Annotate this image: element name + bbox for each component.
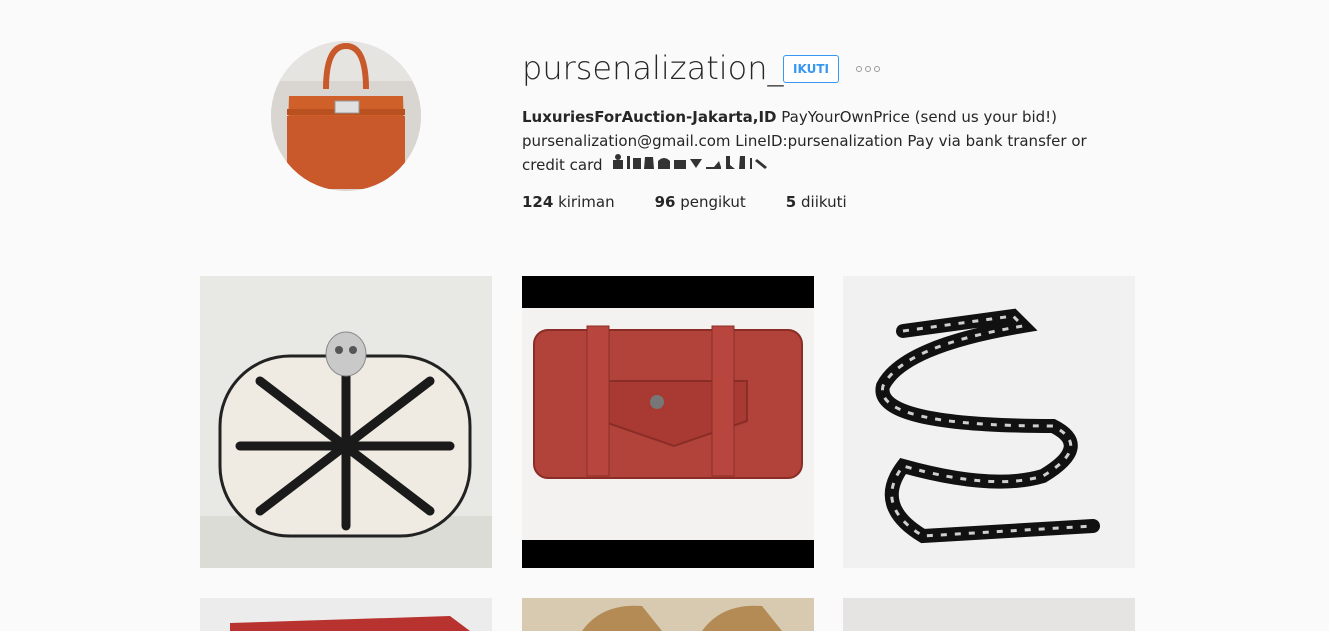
username: pursenalization_ [522,49,784,87]
more-dot [874,66,880,72]
more-dot [856,66,862,72]
post-image [200,598,492,631]
follow-button[interactable]: IKUTI [783,55,839,83]
stat-posts: 124 kiriman [522,192,615,212]
stat-followers[interactable]: 96 pengikut [655,192,746,212]
post-thumbnail[interactable] [843,276,1135,568]
stat-posts-count: 124 [522,193,554,211]
avatar-image [271,41,421,191]
more-options-icon[interactable] [856,62,882,76]
post-image [843,276,1135,568]
post-image [843,598,1135,631]
stat-followers-count: 96 [654,193,676,211]
stat-following-count: 5 [785,193,797,211]
post-thumbnail[interactable] [200,276,492,568]
post-thumbnail[interactable] [200,598,492,631]
more-dot [865,66,871,72]
post-image [522,276,814,568]
profile-stats: 124 kiriman 96 pengikut 5 diikuti [522,192,887,212]
avatar[interactable] [271,41,421,191]
post-thumbnail[interactable] [522,598,814,631]
stat-following[interactable]: 5 diikuti [786,192,847,212]
stat-following-label: diikuti [796,193,847,211]
post-thumbnail[interactable] [843,598,1135,631]
stat-posts-label: kiriman [553,193,615,211]
post-image [522,598,814,631]
bio-name: LuxuriesForAuction-Jakarta,ID [522,108,777,126]
post-thumbnail[interactable] [522,276,814,568]
profile-page: pursenalization_ IKUTI LuxuriesForAuctio… [0,0,1329,631]
bio-emoji-glyphs [613,154,768,169]
bio-emoji [611,153,831,178]
bio: LuxuriesForAuction-Jakarta,ID PayYourOwn… [522,105,1132,178]
stat-followers-label: pengikut [675,193,746,211]
post-image [200,276,492,568]
